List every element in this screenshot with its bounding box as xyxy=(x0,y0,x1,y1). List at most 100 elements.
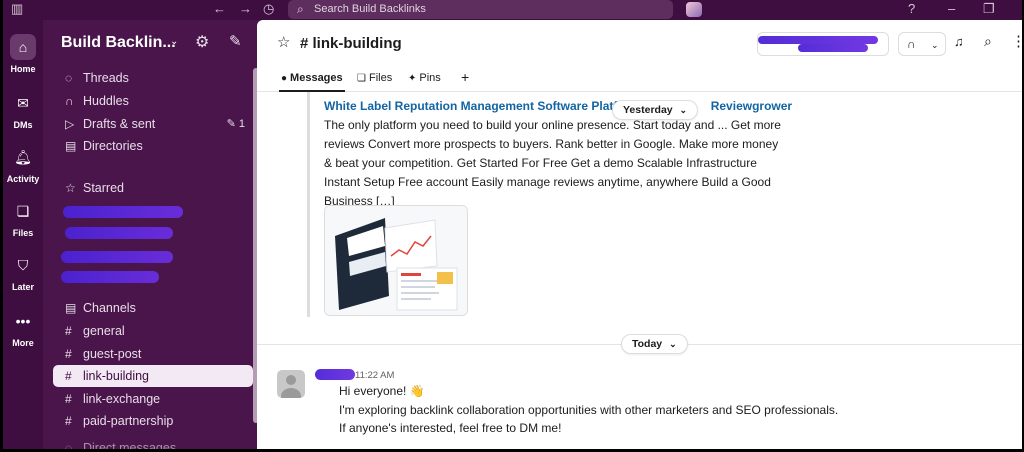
unfurl-title-right: Reviewgrower xyxy=(710,99,793,113)
sidebar-item-link-exchange[interactable]: # link-exchange xyxy=(53,388,253,410)
channel-sidebar: Build Backlin... ⌄ ⚙ ✎ ◌ Threads ∩ Huddles… xyxy=(43,20,259,449)
star-icon[interactable]: ☆ xyxy=(277,33,290,51)
search-placeholder: Search Build Backlinks xyxy=(314,3,426,15)
unfurl-description: The only platform you need to build your… xyxy=(324,118,781,208)
hash-icon: # xyxy=(65,414,72,428)
rail-home-label: Home xyxy=(10,64,36,74)
forward-arrow-icon[interactable]: → xyxy=(239,2,252,16)
sidebar-item-label: Huddles xyxy=(83,94,129,108)
tab-label: Messages xyxy=(290,72,343,84)
restore-icon[interactable]: ❐ xyxy=(983,2,995,16)
section-starred[interactable]: ☆ Starred xyxy=(53,177,253,199)
back-arrow-icon[interactable]: ← xyxy=(213,2,226,16)
user-avatar[interactable] xyxy=(686,2,702,17)
add-tab-button[interactable]: + xyxy=(461,70,469,92)
message-icon: ● xyxy=(281,73,288,84)
sidebar-item-directories[interactable]: ▤ Directories xyxy=(53,135,253,157)
more-icon: ••• xyxy=(15,313,31,329)
redacted-starred-item[interactable] xyxy=(63,206,183,218)
rail-activity-label: Activity xyxy=(6,174,40,184)
channels-icon: ▤ xyxy=(65,301,77,315)
date-label: Yesterday xyxy=(623,104,673,116)
search-icon: ⌕ xyxy=(297,2,304,16)
rail-dms[interactable]: ✉ DMs xyxy=(3,90,43,130)
sidebar-item-label: paid-partnership xyxy=(83,414,174,428)
chevron-down-icon: ⌄ xyxy=(669,339,677,349)
rail-more[interactable]: ••• More xyxy=(3,308,43,348)
history-icon[interactable]: ◷ xyxy=(263,2,274,16)
bell-icon[interactable]: ♫ xyxy=(954,34,964,49)
rail-home[interactable]: ⌂ Home xyxy=(3,34,43,74)
chevron-down-icon[interactable]: ⌄ xyxy=(931,40,939,50)
sidebar-item-threads[interactable]: ◌ Threads xyxy=(53,67,253,89)
unfurl-title-link[interactable]: White Label Reputation Management Softwa… xyxy=(324,99,792,113)
dm-section-icon: ◌ xyxy=(65,441,73,449)
section-direct-label: Direct messages xyxy=(83,441,177,449)
redacted-starred-item[interactable] xyxy=(61,251,173,263)
help-icon[interactable]: ? xyxy=(908,2,915,16)
default-avatar-icon xyxy=(281,375,301,398)
more-vertical-icon[interactable]: ⋮ xyxy=(1011,32,1022,50)
section-channels-label: Channels xyxy=(83,301,136,315)
pin-icon: ✦ xyxy=(408,73,417,84)
rail-activity[interactable]: 🔔︎ Activity xyxy=(3,144,43,184)
redacted-username[interactable] xyxy=(315,369,355,380)
drafts-count-badge: ✎ 1 xyxy=(226,118,245,130)
channel-view: ☆ # link-building ∩ ⌄ ♫ ⌕ ⋮ ● Messages ❏ F… xyxy=(257,20,1022,449)
search-icon[interactable]: ⌕ xyxy=(984,33,992,50)
minimize-icon[interactable]: – xyxy=(948,2,955,16)
files-icon: ❏ xyxy=(16,203,30,219)
rail-files-label: Files xyxy=(12,228,34,238)
hash-icon: # xyxy=(65,392,72,406)
sidebar-item-link-building[interactable]: # link-building xyxy=(53,365,253,387)
app-rail: ⌂ Home ✉ DMs 🔔︎ Activity ❏ Files ⛉ Later… xyxy=(3,20,43,449)
chevron-down-icon: ⌄ xyxy=(679,105,688,115)
bell-icon: 🔔︎ xyxy=(14,149,32,165)
huddle-button[interactable]: ∩ ⌄ xyxy=(898,32,946,56)
dashboard-preview-graphic xyxy=(325,206,467,315)
sidebar-item-label: general xyxy=(83,324,125,338)
gear-icon[interactable]: ⚙ xyxy=(195,32,209,52)
message-line: Hi everyone! 👋 xyxy=(339,384,425,398)
unfurl-preview-image[interactable] xyxy=(324,205,468,316)
sidebar-item-guest-post[interactable]: # guest-post xyxy=(53,343,253,365)
message-timestamp[interactable]: 11:22 AM xyxy=(355,370,394,381)
section-channels[interactable]: ▤ Channels xyxy=(53,297,253,319)
headphones-icon: ∩ xyxy=(65,94,74,108)
tab-label: Pins xyxy=(419,72,441,84)
section-starred-label: Starred xyxy=(83,181,124,195)
members-button[interactable] xyxy=(757,32,889,56)
tab-pins[interactable]: ✦ Pins xyxy=(408,70,441,92)
thread-icon: ◌ xyxy=(65,71,73,85)
hash-icon: # xyxy=(65,324,72,338)
rail-more-label: More xyxy=(12,338,34,348)
tab-files[interactable]: ❏ Files xyxy=(357,70,392,92)
app-window: ▥ ← → ◷ ⌕ Search Build Backlinks ? – ❐ ⌂… xyxy=(3,0,1022,449)
dms-icon: ✉ xyxy=(17,95,29,111)
channel-header: ☆ # link-building ∩ ⌄ ♫ ⌕ ⋮ xyxy=(257,20,1022,70)
sidebar-toggle-icon[interactable]: ▥ xyxy=(11,2,23,16)
search-bar[interactable]: ⌕ Search Build Backlinks xyxy=(288,0,673,19)
section-direct-messages[interactable]: ◌ Direct messages xyxy=(53,437,253,449)
sidebar-item-drafts[interactable]: ▷ Drafts & sent ✎ 1 xyxy=(53,113,253,135)
sidebar-item-general[interactable]: # general xyxy=(53,320,253,342)
sidebar-item-huddles[interactable]: ∩ Huddles xyxy=(53,90,253,112)
rail-files[interactable]: ❏ Files xyxy=(3,198,43,238)
sidebar-item-paid-partnership[interactable]: # paid-partnership xyxy=(53,410,253,432)
redacted-members xyxy=(798,44,868,52)
home-icon: ⌂ xyxy=(10,34,36,60)
workspace-name[interactable]: Build Backlin... xyxy=(61,34,176,52)
redacted-starred-item[interactable] xyxy=(65,227,173,239)
channel-title[interactable]: # link-building xyxy=(300,35,402,52)
sidebar-item-label: Threads xyxy=(83,71,129,85)
compose-icon[interactable]: ✎ xyxy=(229,32,242,50)
avatar[interactable] xyxy=(277,370,305,398)
redacted-members xyxy=(758,36,878,44)
title-bar: ▥ ← → ◷ ⌕ Search Build Backlinks ? – ❐ xyxy=(3,0,1022,20)
date-divider-today[interactable]: Today ⌄ xyxy=(621,334,688,354)
redacted-starred-item[interactable] xyxy=(61,271,159,283)
tab-messages[interactable]: ● Messages xyxy=(279,70,345,92)
hash-icon: # xyxy=(65,369,72,383)
chevron-down-icon[interactable]: ⌄ xyxy=(170,36,178,47)
rail-later[interactable]: ⛉ Later xyxy=(3,252,43,292)
